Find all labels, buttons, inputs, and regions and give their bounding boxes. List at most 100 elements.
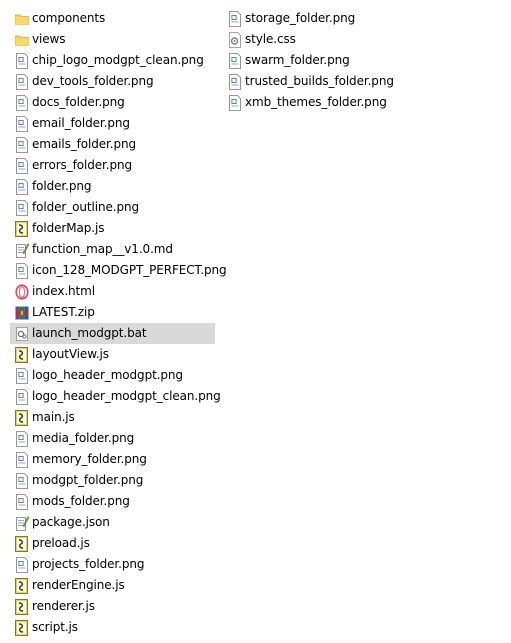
js-file-icon <box>15 409 29 426</box>
file-name-label: icon_128_MODGPT_PERFECT.png <box>32 263 227 277</box>
js-file-icon <box>15 535 29 552</box>
file-item-index-html[interactable]: index.html <box>10 281 215 302</box>
png-file-icon <box>228 73 242 90</box>
png-file-icon <box>15 115 29 132</box>
file-name-label: errors_folder.png <box>32 158 132 172</box>
file-name-label: trusted_builds_folder.png <box>245 74 394 88</box>
file-name-label: projects_folder.png <box>32 557 145 571</box>
png-file-icon <box>228 94 242 111</box>
file-item-views[interactable]: views <box>10 29 215 50</box>
file-name-label: emails_folder.png <box>32 137 137 151</box>
js-file-icon <box>15 598 29 615</box>
file-name-label: function_map__v1.0.md <box>32 242 173 256</box>
png-file-icon <box>228 52 242 69</box>
file-item-latest-zip[interactable]: LATEST.zip <box>10 302 215 323</box>
bat-file-icon <box>15 326 29 342</box>
file-name-label: components <box>32 11 106 25</box>
file-item-components[interactable]: components <box>10 8 215 29</box>
file-item-swarm-folder-png[interactable]: swarm_folder.png <box>223 50 403 71</box>
png-file-icon <box>15 94 29 111</box>
file-name-label: email_folder.png <box>32 116 130 130</box>
js-file-icon <box>15 346 29 363</box>
file-item-mods-folder-png[interactable]: mods_folder.png <box>10 491 215 512</box>
png-file-icon <box>15 472 29 489</box>
png-file-icon <box>15 157 29 174</box>
file-name-label: renderer.js <box>32 599 95 613</box>
file-item-logo-header-modgpt-clean-png[interactable]: logo_header_modgpt_clean.png <box>10 386 221 407</box>
file-list-column-left: components views chip_logo_modgpt_clean.pn… <box>10 8 227 638</box>
png-file-icon <box>15 388 29 405</box>
file-item-launch-modgpt-bat[interactable]: launch_modgpt.bat <box>10 323 215 344</box>
file-name-label: chip_logo_modgpt_clean.png <box>32 53 204 67</box>
md-file-icon <box>15 242 29 258</box>
file-name-label: xmb_themes_folder.png <box>245 95 387 109</box>
file-name-label: media_folder.png <box>32 431 135 445</box>
file-name-label: preload.js <box>32 536 90 550</box>
html-file-icon <box>15 283 29 300</box>
file-item-email-folder-png[interactable]: email_folder.png <box>10 113 215 134</box>
png-file-icon <box>15 262 29 279</box>
zip-file-icon <box>15 305 29 321</box>
file-name-label: storage_folder.png <box>245 11 356 25</box>
file-name-label: logo_header_modgpt.png <box>32 368 183 382</box>
png-file-icon <box>15 367 29 384</box>
file-item-storage-folder-png[interactable]: storage_folder.png <box>223 8 403 29</box>
file-name-label: folder_outline.png <box>32 200 139 214</box>
file-name-label: modgpt_folder.png <box>32 473 144 487</box>
file-item-errors-folder-png[interactable]: errors_folder.png <box>10 155 215 176</box>
file-item-main-js[interactable]: main.js <box>10 407 215 428</box>
file-item-memory-folder-png[interactable]: memory_folder.png <box>10 449 215 470</box>
file-list-column-right: storage_folder.png style.css swarm_folder.… <box>223 8 403 113</box>
file-name-label: logo_header_modgpt_clean.png <box>32 389 221 403</box>
css-file-icon <box>228 31 242 48</box>
png-file-icon <box>15 430 29 447</box>
png-file-icon <box>15 52 29 69</box>
file-name-label: LATEST.zip <box>32 305 95 319</box>
file-name-label: renderEngine.js <box>32 578 125 592</box>
file-name-label: main.js <box>32 410 75 424</box>
file-item-dev-tools-folder-png[interactable]: dev_tools_folder.png <box>10 71 215 92</box>
file-item-function-map-v1-0-md[interactable]: function_map__v1.0.md <box>10 239 215 260</box>
file-name-label: docs_folder.png <box>32 95 125 109</box>
file-name-label: memory_folder.png <box>32 452 147 466</box>
json-file-icon <box>15 515 29 531</box>
file-name-label: index.html <box>32 284 95 298</box>
file-name-label: style.css <box>245 32 296 46</box>
file-item-icon-128-modgpt-perfect-png[interactable]: icon_128_MODGPT_PERFECT.png <box>10 260 227 281</box>
png-file-icon <box>15 178 29 195</box>
file-item-renderer-js[interactable]: renderer.js <box>10 596 215 617</box>
file-item-emails-folder-png[interactable]: emails_folder.png <box>10 134 215 155</box>
file-name-label: swarm_folder.png <box>245 53 350 67</box>
png-file-icon <box>15 136 29 153</box>
file-item-chip-logo-modgpt-clean-png[interactable]: chip_logo_modgpt_clean.png <box>10 50 215 71</box>
file-name-label: views <box>32 32 66 46</box>
file-name-label: package.json <box>32 515 110 529</box>
file-item-script-js[interactable]: script.js <box>10 617 215 638</box>
js-file-icon <box>15 220 29 237</box>
file-name-label: launch_modgpt.bat <box>32 326 147 340</box>
png-file-icon <box>15 556 29 573</box>
file-item-folder-outline-png[interactable]: folder_outline.png <box>10 197 215 218</box>
png-file-icon <box>15 73 29 90</box>
file-item-projects-folder-png[interactable]: projects_folder.png <box>10 554 215 575</box>
folder-icon <box>15 11 29 27</box>
file-name-label: layoutView.js <box>32 347 109 361</box>
file-item-folder-png[interactable]: folder.png <box>10 176 215 197</box>
file-item-package-json[interactable]: package.json <box>10 512 215 533</box>
file-item-layoutview-js[interactable]: layoutView.js <box>10 344 215 365</box>
file-item-renderengine-js[interactable]: renderEngine.js <box>10 575 215 596</box>
file-item-logo-header-modgpt-png[interactable]: logo_header_modgpt.png <box>10 365 215 386</box>
file-item-modgpt-folder-png[interactable]: modgpt_folder.png <box>10 470 215 491</box>
png-file-icon <box>15 451 29 468</box>
folder-icon <box>15 32 29 48</box>
png-file-icon <box>15 493 29 510</box>
file-item-trusted-builds-folder-png[interactable]: trusted_builds_folder.png <box>223 71 403 92</box>
file-item-foldermap-js[interactable]: folderMap.js <box>10 218 215 239</box>
file-item-media-folder-png[interactable]: media_folder.png <box>10 428 215 449</box>
file-item-style-css[interactable]: style.css <box>223 29 403 50</box>
file-item-docs-folder-png[interactable]: docs_folder.png <box>10 92 215 113</box>
png-file-icon <box>228 10 242 27</box>
file-item-preload-js[interactable]: preload.js <box>10 533 215 554</box>
file-item-xmb-themes-folder-png[interactable]: xmb_themes_folder.png <box>223 92 403 113</box>
png-file-icon <box>15 199 29 216</box>
